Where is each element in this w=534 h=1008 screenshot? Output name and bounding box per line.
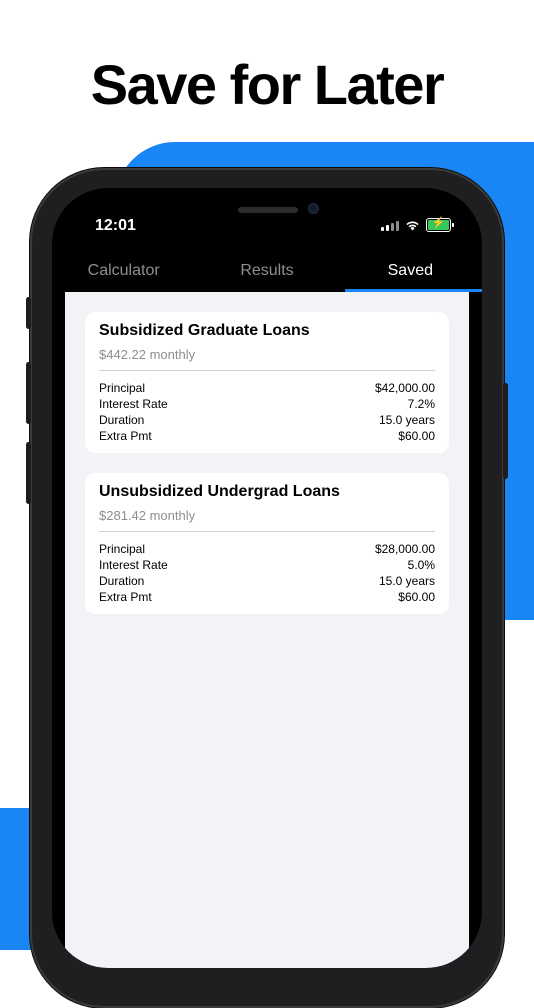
detail-row-interest-rate: Interest Rate 7.2% bbox=[99, 396, 435, 412]
divider bbox=[99, 531, 435, 532]
status-time: 12:01 bbox=[95, 217, 136, 234]
tab-calculator[interactable]: Calculator bbox=[52, 250, 195, 292]
detail-value: 15.0 years bbox=[378, 574, 435, 588]
detail-row-interest-rate: Interest Rate 5.0% bbox=[99, 557, 435, 573]
bolt-icon: ⚡ bbox=[431, 217, 446, 229]
tab-saved[interactable]: Saved bbox=[339, 250, 482, 292]
detail-value: 15.0 years bbox=[378, 413, 435, 427]
detail-value: $60.00 bbox=[398, 590, 435, 604]
mute-switch bbox=[26, 297, 31, 329]
volume-down-button bbox=[26, 442, 31, 504]
volume-up-button bbox=[26, 362, 31, 424]
status-icons: ⚡ bbox=[381, 217, 454, 232]
phone-screen: 12:01 ⚡ Calculator Results Saved Subsidi… bbox=[52, 188, 482, 968]
detail-label: Extra Pmt bbox=[99, 429, 152, 443]
detail-value: $42,000.00 bbox=[374, 381, 435, 395]
divider bbox=[99, 370, 435, 371]
detail-label: Principal bbox=[99, 542, 146, 556]
saved-loan-card[interactable]: Subsidized Graduate Loans $442.22 monthl… bbox=[85, 312, 449, 453]
detail-row-extra-pmt: Extra Pmt $60.00 bbox=[99, 428, 435, 444]
speaker-grille bbox=[238, 207, 298, 213]
page-headline: Save for Later bbox=[90, 53, 445, 116]
detail-label: Interest Rate bbox=[99, 397, 168, 411]
loan-monthly-payment: $442.22 monthly bbox=[99, 347, 196, 362]
loan-title: Subsidized Graduate Loans bbox=[99, 322, 310, 339]
detail-value: 5.0% bbox=[407, 558, 435, 572]
detail-label: Principal bbox=[99, 381, 146, 395]
loan-monthly-payment: $281.42 monthly bbox=[99, 508, 196, 523]
detail-value: 7.2% bbox=[407, 397, 435, 411]
front-camera bbox=[308, 203, 319, 214]
detail-label: Duration bbox=[99, 413, 145, 427]
detail-value: $28,000.00 bbox=[374, 542, 435, 556]
detail-row-principal: Principal $42,000.00 bbox=[99, 380, 435, 396]
detail-label: Extra Pmt bbox=[99, 590, 152, 604]
saved-loan-card[interactable]: Unsubsidized Undergrad Loans $281.42 mon… bbox=[85, 473, 449, 614]
power-button bbox=[503, 383, 508, 479]
detail-label: Duration bbox=[99, 574, 145, 588]
detail-value: $60.00 bbox=[398, 429, 435, 443]
saved-list: Subsidized Graduate Loans $442.22 monthl… bbox=[65, 292, 469, 968]
detail-row-principal: Principal $28,000.00 bbox=[99, 541, 435, 557]
tab-results[interactable]: Results bbox=[195, 250, 338, 292]
detail-row-duration: Duration 15.0 years bbox=[99, 412, 435, 428]
signal-icon bbox=[381, 220, 399, 231]
wifi-icon bbox=[406, 221, 419, 230]
tab-bar: Calculator Results Saved bbox=[52, 250, 482, 292]
detail-row-duration: Duration 15.0 years bbox=[99, 573, 435, 589]
detail-label: Interest Rate bbox=[99, 558, 168, 572]
loan-title: Unsubsidized Undergrad Loans bbox=[99, 483, 340, 500]
battery-icon: ⚡ bbox=[426, 217, 451, 232]
detail-row-extra-pmt: Extra Pmt $60.00 bbox=[99, 589, 435, 605]
